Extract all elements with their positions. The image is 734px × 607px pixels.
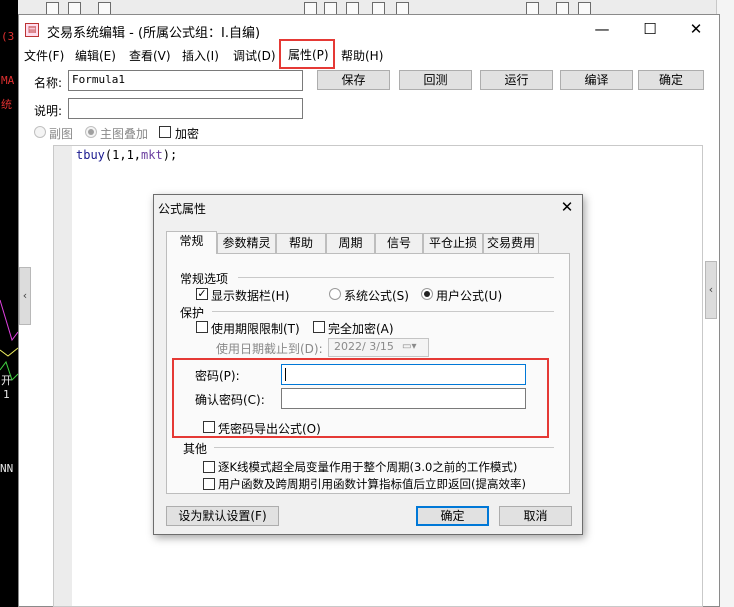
return-early-label: 用户函数及跨周期引用函数计算指标值后立即返回(提高效率): [218, 477, 526, 491]
full-encrypt-label: 完全加密(A): [328, 322, 394, 336]
full-encrypt-checkbox[interactable]: [313, 321, 325, 333]
right-collapse-icon[interactable]: ‹: [705, 261, 717, 319]
name-label: 名称:: [34, 76, 63, 90]
expire-date-picker[interactable]: 2022/ 3/15 ▭▾: [328, 338, 429, 357]
tab-period[interactable]: 周期: [326, 233, 375, 253]
close-icon[interactable]: ✕: [673, 15, 719, 45]
time-limit-label: 使用期限限制(T): [211, 322, 300, 336]
menu-debug[interactable]: 调试(D): [233, 47, 276, 64]
group-divider: [238, 277, 554, 278]
minimize-icon[interactable]: —: [579, 15, 625, 45]
menu-bar: 文件(F) 编辑(E) 查看(V) 插入(I) 调试(D) 属性(P) 帮助(H…: [19, 39, 719, 69]
tab-signal[interactable]: 信号: [375, 233, 423, 253]
user-formula-radio[interactable]: [421, 288, 433, 300]
tab-trading-fees[interactable]: 交易费用: [483, 233, 539, 253]
editor-gutter: [54, 146, 72, 606]
menu-file[interactable]: 文件(F): [24, 47, 64, 64]
run-button[interactable]: 运行: [480, 70, 553, 90]
app-icon: ▤: [25, 23, 39, 37]
encrypt-label: 加密: [175, 127, 200, 141]
group-divider: [212, 311, 554, 312]
system-formula-label: 系统公式(S): [344, 289, 409, 303]
expire-date-label: 使用日期截止到(D):: [216, 342, 323, 356]
chart-label: NN: [0, 462, 14, 475]
menu-help[interactable]: 帮助(H): [341, 47, 383, 64]
protection-group: 保护: [180, 306, 205, 320]
chart-label: (3: [1, 30, 15, 43]
compile-button[interactable]: 编译: [560, 70, 633, 90]
left-collapse-icon[interactable]: ‹: [19, 267, 31, 325]
dialog-cancel-button[interactable]: 取消: [499, 506, 572, 526]
encrypt-checkbox[interactable]: [159, 126, 171, 138]
chart-label: 统: [1, 98, 12, 111]
user-formula-label: 用户公式(U): [436, 289, 503, 303]
menu-properties[interactable]: 属性(P): [279, 39, 335, 69]
code-args-end: );: [162, 148, 178, 162]
tab-param-wizard[interactable]: 参数精灵: [217, 233, 276, 253]
bar-mode-label: 逐K线模式超全局变量作用于整个周期(3.0之前的工作模式): [218, 460, 518, 474]
show-data-bar-label: 显示数据栏(H): [211, 289, 290, 303]
password-highlight-box: [172, 358, 549, 438]
calendar-dropdown-icon[interactable]: ▭▾: [402, 339, 416, 355]
title-bar: ▤ 交易系统编辑 - (所属公式组：I.自编) — ☐ ✕: [19, 15, 719, 45]
tab-help[interactable]: 帮助: [276, 233, 326, 253]
maximize-icon[interactable]: ☐: [627, 15, 673, 45]
menu-edit[interactable]: 编辑(E): [75, 47, 116, 64]
time-limit-checkbox[interactable]: [196, 321, 208, 333]
tab-general[interactable]: 常规: [166, 231, 217, 254]
dialog-ok-button[interactable]: 确定: [416, 506, 489, 526]
sub-chart-label: 副图: [49, 127, 74, 141]
set-default-button[interactable]: 设为默认设置(F): [166, 506, 279, 526]
dialog-title: 公式属性: [158, 202, 207, 216]
expire-date-value: 2022/ 3/15: [334, 340, 394, 353]
main-overlay-radio[interactable]: [85, 126, 97, 138]
code-args: (1,1,: [104, 148, 142, 162]
description-input[interactable]: [68, 98, 303, 119]
other-group: 其他: [183, 442, 208, 456]
bar-mode-checkbox[interactable]: [203, 461, 215, 473]
return-early-checkbox[interactable]: [203, 478, 215, 490]
sub-chart-radio[interactable]: [34, 126, 46, 138]
system-formula-radio[interactable]: [329, 288, 341, 300]
general-options-group: 常规选项: [180, 272, 229, 286]
backtest-button[interactable]: 回测: [399, 70, 472, 90]
code-line: tbuy(1,1,mkt);: [76, 148, 177, 162]
window-title: 交易系统编辑 - (所属公式组：I.自编): [47, 26, 261, 41]
confirm-button[interactable]: 确定: [638, 70, 704, 90]
main-overlay-label: 主图叠加: [100, 127, 149, 141]
menu-insert[interactable]: 插入(I): [182, 47, 219, 64]
name-input[interactable]: Formula1: [68, 70, 303, 91]
chart-label: MA: [1, 74, 15, 87]
description-label: 说明:: [34, 104, 63, 118]
dialog-close-icon[interactable]: ✕: [556, 197, 578, 217]
show-data-bar-checkbox[interactable]: ✓: [196, 288, 208, 300]
code-identifier: mkt: [141, 148, 163, 162]
save-button[interactable]: 保存: [317, 70, 390, 90]
background-chart: (3 MA 统 开 1 NN: [0, 0, 18, 607]
menu-view[interactable]: 查看(V): [129, 47, 171, 64]
chart-lines: [0, 299, 18, 381]
tab-stop-loss[interactable]: 平仓止损: [423, 233, 483, 253]
group-divider: [214, 447, 554, 448]
code-function: tbuy: [76, 148, 105, 162]
